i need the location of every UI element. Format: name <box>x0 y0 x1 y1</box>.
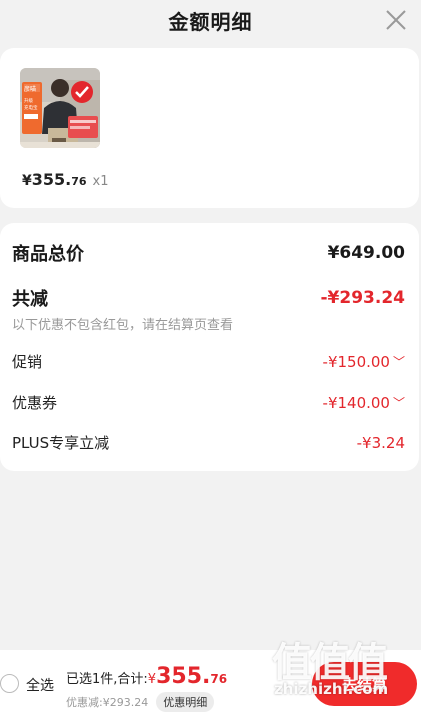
thumb-text-2: 升级 <box>24 97 33 104</box>
product-quantity: x1 <box>92 174 109 189</box>
chevron-down-icon[interactable]: ﹀ <box>393 394 405 411</box>
price-dec: 76 <box>71 175 87 188</box>
price-yen: ¥ <box>22 173 32 189</box>
product-price: ¥ 355. 76 x1 <box>22 170 109 189</box>
coupon-amount: -¥140.00 <box>322 393 390 412</box>
thumb-text-1: 彦喵 <box>24 85 36 93</box>
coupon-value: -¥140.00 ﹀ <box>323 394 405 412</box>
price-int: 355. <box>31 170 72 189</box>
discount-note: 以下优惠不包含红包，请在结算页查看 <box>12 318 234 333</box>
discount-detail-button[interactable]: 优惠明细 <box>156 692 215 712</box>
amount-detail-card: 商品总价 ¥649.00 共减 -¥293.24 以下优惠不包含红包，请在结算页… <box>0 223 419 471</box>
plus-value: -¥3.24 <box>356 433 405 452</box>
promo-amount: -¥150.00 <box>322 352 390 371</box>
product-thumbnail[interactable]: 彦喵 升级 充电宝 <box>20 68 100 148</box>
promo-row[interactable]: 促销 -¥150.00 ﹀ <box>12 351 405 372</box>
plus-label: PLUS专享立减 <box>12 434 110 452</box>
total-price-label: 商品总价 <box>12 244 84 265</box>
total-yen: ¥ <box>147 672 157 687</box>
header: 金额明细 <box>0 0 421 40</box>
select-all-radio[interactable] <box>0 674 19 693</box>
discount-row: 优惠减:¥293.24 优惠明细 <box>66 692 215 712</box>
checkout-bar: 全选 已选1件,合计: ¥ 355. 76 优惠减:¥293.24 优惠明细 去… <box>0 650 421 715</box>
coupon-row[interactable]: 优惠券 -¥140.00 ﹀ <box>12 392 405 413</box>
promo-label: 促销 <box>12 353 43 371</box>
coupon-label: 优惠券 <box>12 394 58 412</box>
page-title: 金额明细 <box>168 9 253 34</box>
thumb-text-3: 充电宝 <box>24 104 38 111</box>
total-dec: 76 <box>210 672 228 686</box>
total-reduce-label: 共减 <box>12 289 48 310</box>
total-price-value: ¥649.00 <box>327 243 405 263</box>
product-card: 彦喵 升级 充电宝 ¥ 355. 76 x1 <box>0 48 419 208</box>
promo-value: -¥150.00 ﹀ <box>323 353 405 371</box>
checkout-button[interactable]: 去结算 <box>312 662 417 706</box>
discount-text: 优惠减:¥293.24 <box>66 696 149 709</box>
total-int: 355. <box>156 664 211 689</box>
total-price-row: 商品总价 ¥649.00 <box>12 240 405 266</box>
total-reduce-row: 共减 -¥293.24 <box>12 285 405 311</box>
select-all-label[interactable]: 全选 <box>26 675 54 695</box>
close-icon[interactable] <box>383 7 409 33</box>
selected-count-text: 已选1件,合计: <box>66 672 148 687</box>
total-reduce-value: -¥293.24 <box>320 288 406 308</box>
chevron-down-icon[interactable]: ﹀ <box>393 353 405 370</box>
order-summary: 已选1件,合计: ¥ 355. 76 <box>66 664 227 689</box>
plus-row: PLUS专享立减 -¥3.24 <box>12 432 405 453</box>
